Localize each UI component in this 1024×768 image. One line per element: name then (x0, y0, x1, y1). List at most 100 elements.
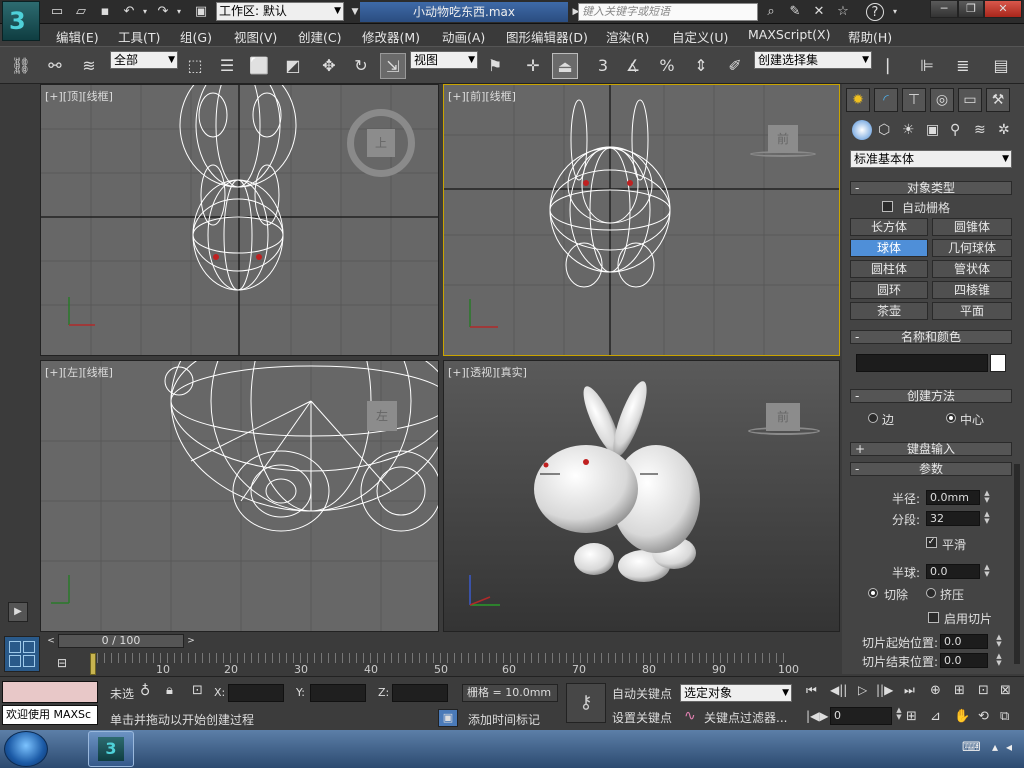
time-configuration-icon[interactable]: ⊞ (906, 709, 917, 724)
maximize-viewport-icon[interactable]: ⧉ (1000, 709, 1009, 724)
y-coordinate-input[interactable] (310, 684, 366, 702)
viewport-label-left[interactable]: [+][左][线框] (45, 364, 113, 380)
maxscript-listener-input[interactable]: 欢迎使用 MAXSc (2, 705, 98, 725)
rollout-object-type[interactable]: - 对象类型 (850, 181, 1012, 195)
select-by-name-icon[interactable]: ☰ (214, 53, 240, 79)
play-icon[interactable]: ▷ (858, 683, 867, 697)
zoom-all-icon[interactable]: ⊞ (954, 683, 965, 698)
absolute-mode-icon[interactable]: ⊡ (192, 683, 203, 698)
key-mode-toggle-icon[interactable]: |◀▶| (806, 709, 833, 723)
menu-maxscript[interactable]: MAXScript(X) (748, 27, 830, 42)
save-icon[interactable]: ▪ (96, 3, 114, 21)
viewport-label-front[interactable]: [+][前][线框] (448, 88, 516, 104)
track-bar[interactable]: 10 20 30 40 50 60 70 80 90 100 (90, 653, 799, 677)
chop-radio[interactable] (868, 588, 878, 598)
autogrid-checkbox[interactable] (882, 201, 893, 212)
search-input[interactable]: 键入关键字或短语 (578, 3, 758, 21)
menu-help[interactable]: 帮助(H) (848, 27, 892, 46)
modify-tab-icon[interactable]: ◜ (874, 88, 898, 112)
align-icon[interactable]: ⊫ (914, 53, 940, 79)
workspace-dropdown[interactable]: 工作区: 默认 ▼ (216, 2, 344, 21)
box-button[interactable]: 长方体 (850, 218, 928, 236)
notification-tray-icon[interactable]: ▴ (992, 740, 998, 754)
radius-spinner[interactable]: ▲ ▼ (982, 490, 992, 505)
utilities-tab-icon[interactable]: ⚒ (986, 88, 1010, 112)
app-logo[interactable]: 3 (2, 1, 40, 41)
selection-lock-icon[interactable]: 🔒︎ (166, 683, 173, 698)
pyramid-button[interactable]: 四棱锥 (932, 281, 1012, 299)
close-button[interactable]: ✕ (984, 0, 1022, 18)
viewcube[interactable]: 前 (766, 403, 800, 431)
teapot-button[interactable]: 茶壶 (850, 302, 928, 320)
geosphere-button[interactable]: 几何球体 (932, 239, 1012, 257)
mirror-icon[interactable]: ⎸ (882, 53, 908, 79)
menu-tools[interactable]: 工具(T) (118, 27, 160, 46)
layer-manager-icon[interactable]: ≣ (950, 53, 976, 79)
set-key-button[interactable]: 设置关键点 (612, 709, 672, 726)
next-frame-arrow-icon[interactable]: > (184, 634, 198, 648)
field-of-view-icon[interactable]: ⊿ (930, 709, 941, 724)
bind-space-warp-icon[interactable]: ≋ (76, 53, 102, 79)
go-to-start-icon[interactable]: ⏮ (806, 683, 817, 698)
add-time-tag[interactable]: 添加时间标记 (468, 711, 540, 728)
viewcube[interactable]: 上 (367, 129, 395, 157)
smooth-checkbox[interactable]: ✓ (926, 537, 937, 548)
rotate-icon[interactable]: ↻ (348, 53, 374, 79)
communication-icon[interactable]: ✕ (810, 3, 828, 21)
set-key-icon[interactable]: ⚷ (566, 683, 606, 723)
cone-button[interactable]: 圆锥体 (932, 218, 1012, 236)
object-category-dropdown[interactable]: 标准基本体 ▼ (850, 150, 1012, 168)
radius-input[interactable]: 0.0mm (926, 490, 980, 505)
pivot-center-icon[interactable]: ⚑ (482, 53, 508, 79)
maximize-button[interactable]: ❐ (958, 0, 984, 18)
hemisphere-spinner[interactable]: ▲ ▼ (982, 564, 992, 579)
zoom-extents-icon[interactable]: ⊡ (978, 683, 989, 698)
slice-to-spinner[interactable]: ▲ ▼ (994, 653, 1004, 668)
slice-to-input[interactable]: 0.0 (940, 653, 988, 668)
create-tab-icon[interactable]: ✹ (846, 88, 870, 112)
previous-frame-icon[interactable]: ◀|| (830, 683, 847, 697)
zoom-extents-all-icon[interactable]: ⊠ (1000, 683, 1011, 698)
time-slider[interactable]: < 0 / 100 > (42, 634, 842, 650)
selection-filter-dropdown[interactable]: 全部 ▼ (110, 51, 178, 69)
binoculars-icon[interactable]: ⌕ (762, 3, 780, 21)
menu-group[interactable]: 组(G) (180, 27, 212, 46)
hierarchy-tab-icon[interactable]: ⊤ (902, 88, 926, 112)
help-icon[interactable]: ? (866, 3, 884, 21)
object-color-swatch[interactable] (990, 354, 1006, 372)
select-object-icon[interactable]: ⬚ (182, 53, 208, 79)
rollout-keyboard-entry[interactable]: + 键盘输入 (850, 442, 1012, 456)
tube-button[interactable]: 管状体 (932, 260, 1012, 278)
frame-counter[interactable]: 0 / 100 (58, 634, 184, 648)
snaps-toggle-icon[interactable]: 3 (590, 53, 616, 79)
reference-coordinate-dropdown[interactable]: 视图 ▼ (410, 51, 478, 69)
menu-views[interactable]: 视图(V) (234, 27, 277, 46)
link-icon[interactable]: ⛓ (8, 53, 34, 79)
scale-icon[interactable]: ⇲ (380, 53, 406, 79)
percent-snap-icon[interactable]: % (654, 53, 680, 79)
keyboard-shortcut-override-icon[interactable]: ⏏ (552, 53, 578, 79)
helpers-icon[interactable]: ⚲ (950, 122, 960, 138)
rollout-parameters[interactable]: - 参数 (850, 462, 1012, 476)
pan-icon[interactable]: ✋ (954, 709, 970, 724)
zoom-icon[interactable]: ⊕ (930, 683, 941, 698)
slice-from-spinner[interactable]: ▲ ▼ (994, 634, 1004, 649)
key-filters-button[interactable]: 关键点过滤器... (704, 709, 787, 726)
center-radio[interactable] (946, 413, 956, 423)
motion-tab-icon[interactable]: ◎ (930, 88, 954, 112)
shapes-icon[interactable]: ⬡ (878, 122, 890, 138)
orbit-icon[interactable]: ⟲ (978, 709, 989, 724)
slice-from-input[interactable]: 0.0 (940, 634, 988, 649)
keyboard-tray-icon[interactable]: ⌨ (962, 740, 981, 755)
viewport-label-perspective[interactable]: [+][透视][真实] (448, 364, 527, 380)
object-name-input[interactable] (856, 354, 988, 372)
viewport-top[interactable]: 上 [+][顶][线框] (40, 84, 439, 356)
viewport-left[interactable]: 左 [+][左][线框] (40, 360, 439, 632)
taskbar-3dsmax-button[interactable]: 3 (88, 731, 134, 767)
menu-create[interactable]: 创建(C) (298, 27, 341, 46)
minimize-button[interactable]: ─ (930, 0, 958, 18)
plane-button[interactable]: 平面 (932, 302, 1012, 320)
time-tag-icon[interactable]: ▣ (438, 709, 458, 727)
menu-rendering[interactable]: 渲染(R) (606, 27, 649, 46)
viewcube[interactable]: 左 (367, 401, 397, 431)
